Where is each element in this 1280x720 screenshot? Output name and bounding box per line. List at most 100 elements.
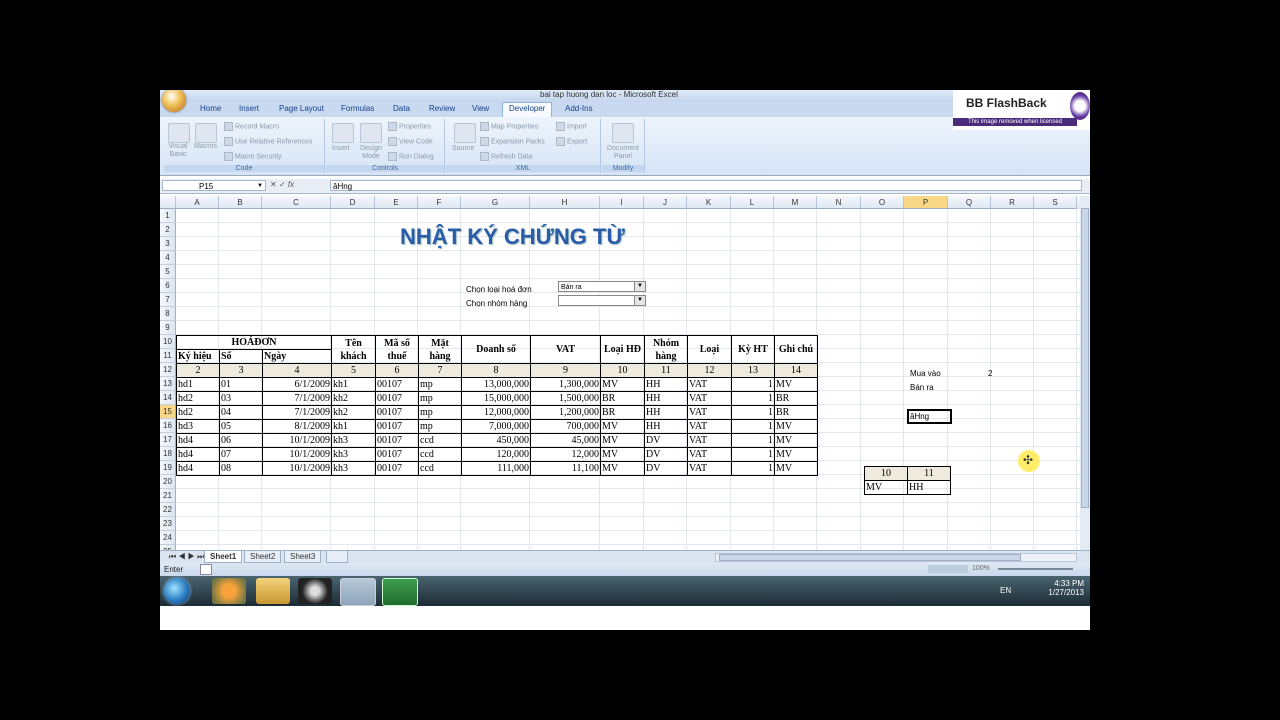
table-cell[interactable]: hd2 <box>176 391 220 406</box>
table-cell[interactable]: 1,300,000 <box>530 377 601 392</box>
row-header-9[interactable]: 9 <box>160 321 176 335</box>
table-cell[interactable]: VAT <box>687 433 732 448</box>
confirm-icon[interactable]: ✓ <box>279 180 286 189</box>
table-cell[interactable]: MV <box>600 377 645 392</box>
row-header-5[interactable]: 5 <box>160 265 176 279</box>
column-header-s[interactable]: S <box>1034 196 1077 209</box>
design-mode-button[interactable]: Design Mode <box>356 145 386 161</box>
zoom-control[interactable]: 100% <box>928 565 1078 573</box>
table-cell[interactable]: kh2 <box>331 405 376 420</box>
table-cell[interactable]: 00107 <box>375 377 419 392</box>
insert-control-button[interactable]: Insert <box>332 145 350 152</box>
table-cell[interactable]: 111,000 <box>461 461 531 476</box>
table-cell[interactable]: 45,000 <box>530 433 601 448</box>
tab-add-ins[interactable]: Add-Ins <box>565 104 593 113</box>
table-cell[interactable]: 00107 <box>375 405 419 420</box>
header-ten-khach[interactable]: Tên khách <box>331 335 376 364</box>
index-cell[interactable]: 6 <box>375 363 419 378</box>
table-cell[interactable]: 700,000 <box>530 419 601 434</box>
row-header-17[interactable]: 17 <box>160 433 176 447</box>
table-cell[interactable]: MV <box>774 419 818 434</box>
table-cell[interactable]: kh3 <box>331 447 376 462</box>
table-cell[interactable]: MV <box>774 461 818 476</box>
table-cell[interactable]: DV <box>644 461 688 476</box>
index-cell[interactable]: 3 <box>219 363 263 378</box>
macros-icon[interactable] <box>195 123 217 143</box>
import-button[interactable]: Import <box>556 122 587 131</box>
h-scroll-thumb[interactable] <box>719 554 1021 561</box>
index-cell[interactable]: 13 <box>731 363 775 378</box>
table-cell[interactable]: ccd <box>418 461 462 476</box>
header-loai-hd[interactable]: Loại HĐ <box>600 335 645 364</box>
name-box[interactable]: P15 ▼ <box>162 180 266 191</box>
macro-record-icon[interactable] <box>200 564 212 575</box>
row-header-1[interactable]: 1 <box>160 209 176 223</box>
table-cell[interactable]: 7/1/2009 <box>262 391 332 406</box>
active-cell[interactable]: âHng <box>907 409 952 424</box>
column-header-g[interactable]: G <box>461 196 530 209</box>
table-cell[interactable]: HH <box>644 377 688 392</box>
column-header-o[interactable]: O <box>861 196 904 209</box>
table-cell[interactable]: mp <box>418 419 462 434</box>
new-sheet-icon[interactable] <box>326 551 348 563</box>
table-cell[interactable]: 00107 <box>375 391 419 406</box>
table-cell[interactable]: DV <box>644 447 688 462</box>
table-cell[interactable]: 120,000 <box>461 447 531 462</box>
column-header-p[interactable]: P <box>904 196 948 209</box>
index-cell[interactable]: 14 <box>774 363 818 378</box>
table-cell[interactable]: MV <box>774 433 818 448</box>
table-cell[interactable]: 11,100 <box>530 461 601 476</box>
table-cell[interactable]: 450,000 <box>461 433 531 448</box>
table-cell[interactable]: 00107 <box>375 433 419 448</box>
index-cell[interactable]: 8 <box>461 363 531 378</box>
scroll-thumb[interactable] <box>1081 208 1089 508</box>
tab-view[interactable]: View <box>472 104 489 113</box>
column-header-k[interactable]: K <box>687 196 731 209</box>
folder-icon[interactable] <box>256 578 290 604</box>
group-header-hoadon[interactable]: HOÁĐƠN <box>176 335 332 350</box>
table-cell[interactable]: 12,000 <box>530 447 601 462</box>
chevron-down-icon[interactable]: ▼ <box>634 296 645 305</box>
tab-insert[interactable]: Insert <box>239 104 259 113</box>
table-cell[interactable]: 1 <box>731 447 775 462</box>
table-cell[interactable]: 01 <box>219 377 263 392</box>
table-cell[interactable]: 1 <box>731 391 775 406</box>
table-cell[interactable]: 15,000,000 <box>461 391 531 406</box>
macro-security-button[interactable]: Macro Security <box>224 152 282 161</box>
refresh-data-button[interactable]: Refresh Data <box>480 152 532 161</box>
chevron-down-icon[interactable]: ▼ <box>257 181 263 192</box>
table-cell[interactable]: hd4 <box>176 461 220 476</box>
table-cell[interactable]: ccd <box>418 447 462 462</box>
column-header-h[interactable]: H <box>530 196 600 209</box>
table-cell[interactable]: kh2 <box>331 391 376 406</box>
sheet-tab-1[interactable]: Sheet1 <box>204 551 243 563</box>
horizontal-scrollbar[interactable] <box>715 553 1077 562</box>
row-header-4[interactable]: 4 <box>160 251 176 265</box>
row-header-21[interactable]: 21 <box>160 489 176 503</box>
table-cell[interactable]: 04 <box>219 405 263 420</box>
table-cell[interactable]: HH <box>644 419 688 434</box>
table-cell[interactable]: MV <box>600 461 645 476</box>
row-header-16[interactable]: 16 <box>160 419 176 433</box>
column-header-r[interactable]: R <box>991 196 1034 209</box>
table-cell[interactable]: 10/1/2009 <box>262 461 332 476</box>
table-cell[interactable]: BR <box>774 391 818 406</box>
table-cell[interactable]: 7,000,000 <box>461 419 531 434</box>
table-cell[interactable]: 1 <box>731 461 775 476</box>
invoice-type-dropdown[interactable]: Bán ra ▼ <box>558 281 646 292</box>
header-mat-hang[interactable]: Mặt hàng <box>418 335 462 364</box>
criteria-value-2[interactable]: HH <box>907 480 951 495</box>
header-nhom-hang[interactable]: Nhóm hàng <box>644 335 688 364</box>
source-icon[interactable] <box>454 123 476 143</box>
row-header-18[interactable]: 18 <box>160 447 176 461</box>
document-panel-icon[interactable] <box>612 123 634 143</box>
export-button[interactable]: Export <box>556 137 587 146</box>
index-cell[interactable]: 2 <box>176 363 220 378</box>
table-cell[interactable]: VAT <box>687 391 732 406</box>
column-header-m[interactable]: M <box>774 196 817 209</box>
table-cell[interactable]: kh3 <box>331 461 376 476</box>
worksheet-grid[interactable]: ABCDEFGHIJKLMNOPQRS 1 2 3 4 5 6 7 8 9 10 11 12 13 14 1… <box>160 196 1080 550</box>
zoom-slider[interactable] <box>998 568 1073 570</box>
table-cell[interactable]: mp <box>418 405 462 420</box>
column-header-n[interactable]: N <box>817 196 861 209</box>
